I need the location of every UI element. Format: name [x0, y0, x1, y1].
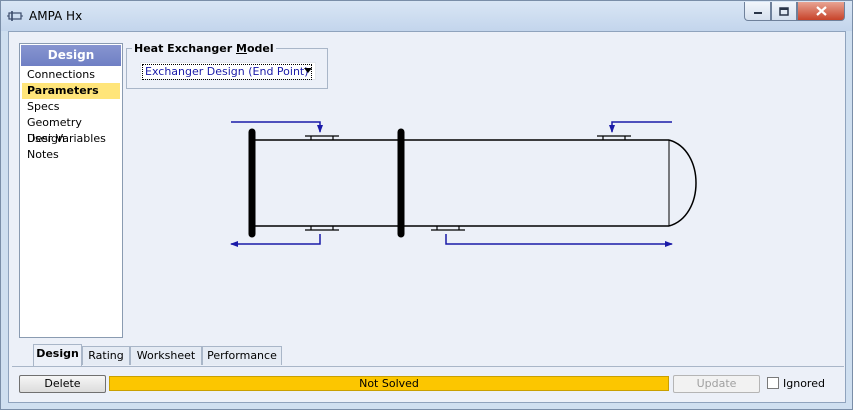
- maximize-icon: [779, 6, 789, 16]
- tab-rating[interactable]: Rating: [82, 346, 130, 365]
- tab-design[interactable]: Design: [33, 344, 82, 366]
- nav-item-parameters[interactable]: Parameters: [22, 83, 120, 99]
- nav-item-geometry-design[interactable]: Geometry Design: [22, 115, 120, 145]
- solve-status-bar: Not Solved: [109, 376, 669, 391]
- close-icon: [815, 6, 827, 16]
- client-area: Design Connections Parameters Specs Geom…: [8, 31, 846, 403]
- dropdown-arrow-icon[interactable]: [304, 68, 312, 73]
- minimize-button[interactable]: [744, 2, 771, 21]
- ignored-checkbox[interactable]: [767, 377, 779, 389]
- close-button[interactable]: [797, 2, 845, 21]
- heat-exchanger-model-select[interactable]: Exchanger Design (End Point): [140, 62, 316, 80]
- nav-item-user-variables[interactable]: User Variables: [22, 131, 120, 147]
- maximize-button[interactable]: [771, 2, 797, 21]
- tube-outlet-arrow: [230, 234, 321, 247]
- tube-inlet-arrow: [231, 121, 323, 133]
- nav-item-specs[interactable]: Specs: [22, 99, 120, 115]
- tab-strip: Design Rating Worksheet Performance: [12, 344, 844, 367]
- nozzles: [305, 135, 631, 231]
- minimize-icon: [753, 12, 762, 14]
- nav-item-notes[interactable]: Notes: [22, 147, 120, 163]
- shell-outlet-arrow: [445, 234, 673, 247]
- update-button[interactable]: Update: [673, 375, 760, 393]
- shell-tube-diagram: [230, 121, 697, 247]
- heat-exchanger-icon: [7, 11, 23, 21]
- window: AMPA Hx Design Connections Parameters Sp…: [0, 0, 853, 410]
- nav-header: Design: [21, 45, 121, 66]
- title-bar[interactable]: AMPA Hx: [1, 1, 852, 31]
- nav-item-connections[interactable]: Connections: [22, 67, 120, 83]
- window-title: AMPA Hx: [29, 9, 83, 23]
- exchanger-shell: [252, 139, 697, 227]
- ignored-label: Ignored: [783, 377, 825, 390]
- delete-button[interactable]: Delete: [19, 375, 106, 393]
- shell-inlet-arrow: [609, 121, 672, 133]
- design-nav-panel: Design Connections Parameters Specs Geom…: [19, 43, 123, 338]
- tab-worksheet[interactable]: Worksheet: [130, 346, 202, 365]
- tab-performance[interactable]: Performance: [202, 346, 282, 365]
- heat-exchanger-model-label: Heat Exchanger Model: [132, 42, 276, 55]
- selected-model-value: Exchanger Design (End Point): [142, 64, 312, 80]
